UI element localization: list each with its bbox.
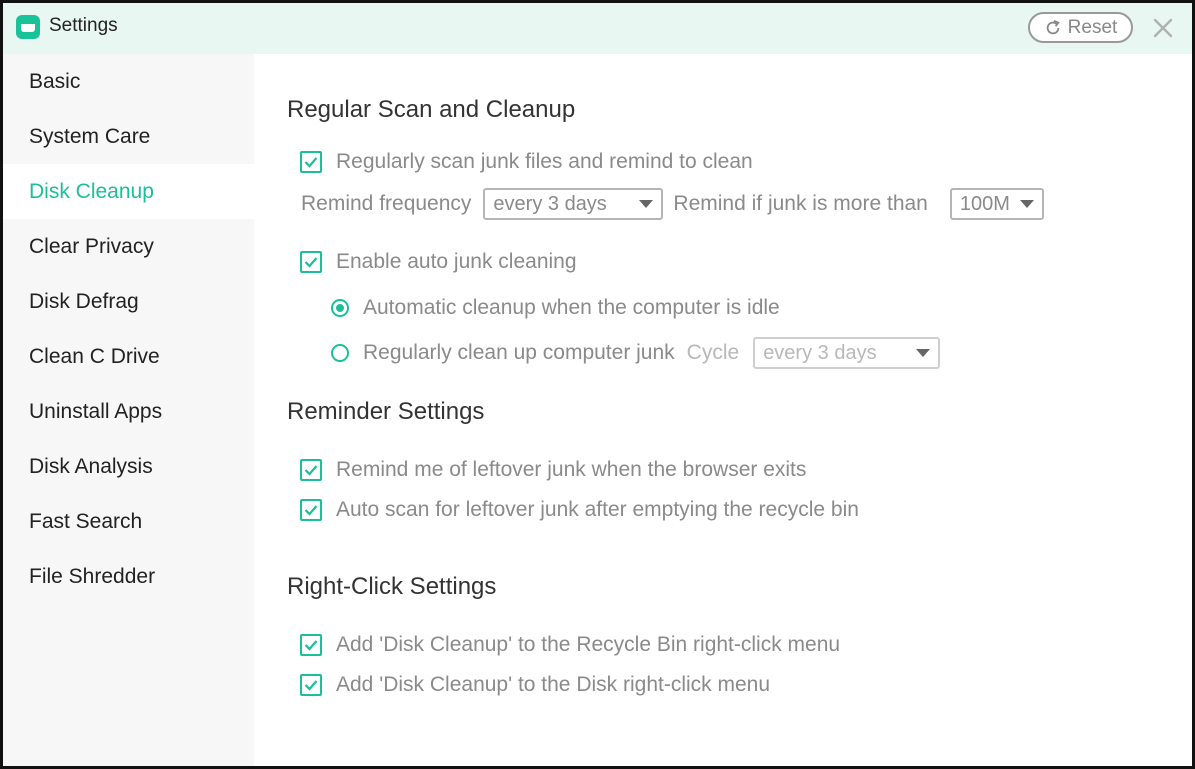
settings-panel: Regular Scan and Cleanup Regularly scan … <box>254 54 1192 766</box>
remind-frequency-row: Remind frequency every 3 days Remind if … <box>301 188 1044 220</box>
cycle-cleanup-radio[interactable] <box>331 344 349 362</box>
sidebar-item-clear-privacy[interactable]: Clear Privacy <box>3 219 254 274</box>
check-icon <box>304 465 318 476</box>
sidebar-item-disk-defrag[interactable]: Disk Defrag <box>3 274 254 329</box>
disk-menu-row: Add 'Disk Cleanup' to the Disk right-cli… <box>300 673 770 697</box>
close-icon[interactable] <box>1150 15 1176 41</box>
reset-icon <box>1046 19 1060 34</box>
scan-junk-checkbox[interactable] <box>300 151 322 173</box>
remind-frequency-select[interactable]: every 3 days <box>483 188 664 220</box>
browser-exit-row: Remind me of leftover junk when the brow… <box>300 458 806 482</box>
cycle-cleanup-row: Regularly clean up computer junk Cycle e… <box>331 337 941 369</box>
sidebar: Basic System Care Disk Cleanup Clear Pri… <box>3 54 254 766</box>
app-logo-icon <box>16 15 40 39</box>
title-bar: Settings Reset <box>3 3 1192 54</box>
junk-threshold-value: 100M <box>959 192 1010 215</box>
cycle-value: every 3 days <box>763 341 877 364</box>
check-icon <box>304 157 318 168</box>
sidebar-item-disk-cleanup[interactable]: Disk Cleanup <box>3 164 254 219</box>
auto-clean-label: Enable auto junk cleaning <box>336 250 577 273</box>
reset-label: Reset <box>1067 16 1118 38</box>
chevron-down-icon <box>1019 200 1034 208</box>
check-icon <box>304 640 318 651</box>
sidebar-item-file-shredder[interactable]: File Shredder <box>3 549 254 604</box>
sidebar-item-disk-analysis[interactable]: Disk Analysis <box>3 439 254 494</box>
sidebar-item-uninstall-apps[interactable]: Uninstall Apps <box>3 384 254 439</box>
idle-cleanup-radio[interactable] <box>331 299 349 317</box>
reset-button[interactable]: Reset <box>1028 12 1133 43</box>
check-icon <box>304 257 318 268</box>
sidebar-item-system-care[interactable]: System Care <box>3 109 254 164</box>
sidebar-item-clean-c-drive[interactable]: Clean C Drive <box>3 329 254 384</box>
idle-cleanup-label: Automatic cleanup when the computer is i… <box>363 296 780 319</box>
scan-junk-row: Regularly scan junk files and remind to … <box>300 150 753 174</box>
chevron-down-icon <box>916 349 931 357</box>
auto-clean-row: Enable auto junk cleaning <box>300 250 577 274</box>
section-title-right-click: Right-Click Settings <box>287 573 497 600</box>
scan-junk-label: Regularly scan junk files and remind to … <box>336 150 753 173</box>
sidebar-item-basic[interactable]: Basic <box>3 54 254 109</box>
junk-threshold-label: Remind if junk is more than <box>673 192 928 215</box>
sidebar-item-fast-search[interactable]: Fast Search <box>3 494 254 549</box>
recycle-menu-checkbox[interactable] <box>300 634 322 656</box>
disk-menu-checkbox[interactable] <box>300 674 322 696</box>
recycle-menu-label: Add 'Disk Cleanup' to the Recycle Bin ri… <box>336 633 841 656</box>
idle-cleanup-row: Automatic cleanup when the computer is i… <box>331 296 780 320</box>
check-icon <box>304 505 318 516</box>
recycle-bin-checkbox[interactable] <box>300 499 322 521</box>
auto-clean-checkbox[interactable] <box>300 251 322 273</box>
recycle-bin-label: Auto scan for leftover junk after emptyi… <box>336 498 859 521</box>
settings-window: Settings Reset Basic System Care Disk Cl… <box>0 0 1195 769</box>
recycle-menu-row: Add 'Disk Cleanup' to the Recycle Bin ri… <box>300 633 840 657</box>
check-icon <box>304 680 318 691</box>
cycle-select[interactable]: every 3 days <box>753 337 941 369</box>
cycle-cleanup-label: Regularly clean up computer junk <box>363 341 675 364</box>
remind-frequency-label: Remind frequency <box>301 192 472 215</box>
remind-frequency-value: every 3 days <box>493 192 607 215</box>
browser-exit-label: Remind me of leftover junk when the brow… <box>336 458 807 481</box>
browser-exit-checkbox[interactable] <box>300 459 322 481</box>
section-title-reminder: Reminder Settings <box>287 398 485 425</box>
chevron-down-icon <box>639 200 654 208</box>
junk-threshold-select[interactable]: 100M <box>949 188 1044 220</box>
section-title-regular-scan: Regular Scan and Cleanup <box>287 96 576 123</box>
disk-menu-label: Add 'Disk Cleanup' to the Disk right-cli… <box>336 673 771 696</box>
recycle-bin-row: Auto scan for leftover junk after emptyi… <box>300 498 859 522</box>
window-title: Settings <box>49 15 118 36</box>
cycle-label: Cycle <box>686 341 740 364</box>
